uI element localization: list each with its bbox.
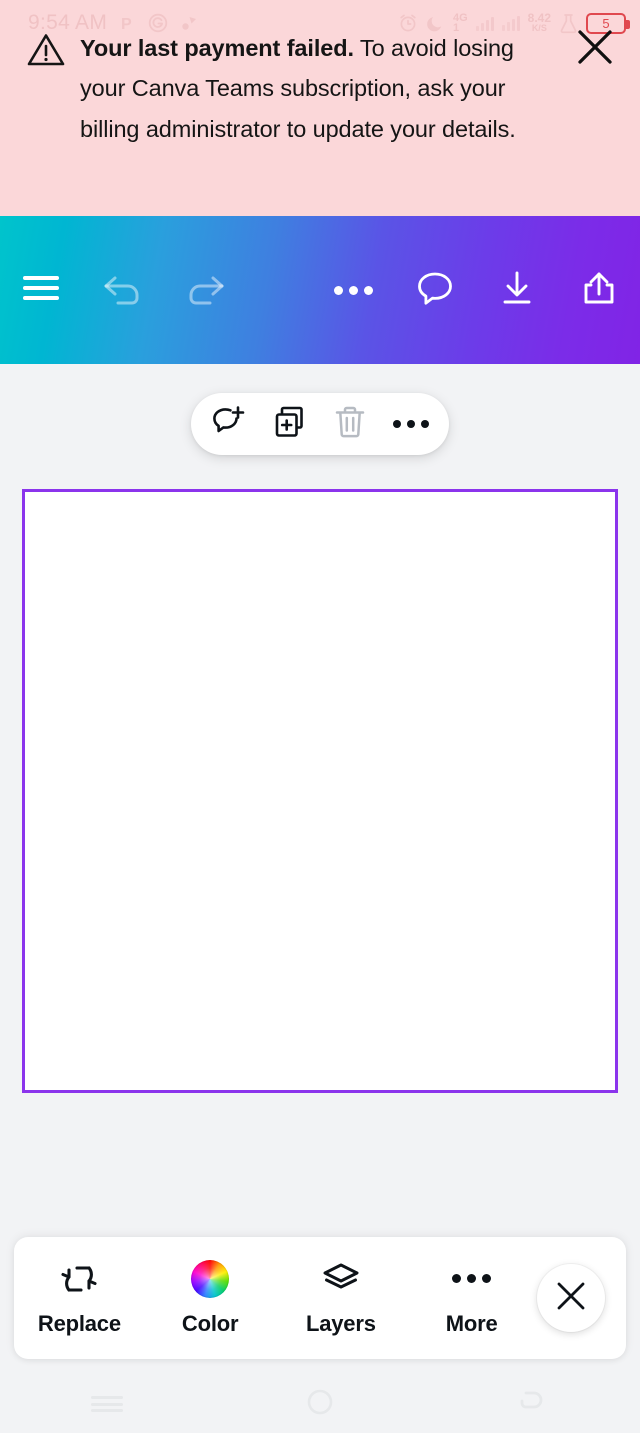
share-upload-icon bbox=[579, 268, 619, 313]
bottom-item-label: Color bbox=[181, 1310, 239, 1336]
add-comment-button[interactable] bbox=[203, 398, 255, 450]
layers-stack-icon bbox=[321, 1260, 361, 1298]
color-wheel-icon bbox=[191, 1259, 230, 1298]
menu-button[interactable] bbox=[0, 249, 82, 331]
share-button[interactable] bbox=[558, 249, 640, 331]
ellipsis-icon bbox=[392, 420, 429, 428]
undo-button[interactable] bbox=[82, 249, 164, 331]
redo-arrow-icon bbox=[183, 269, 227, 312]
element-action-bar: Replace Color Layers More bbox=[14, 1237, 626, 1359]
duplicate-plus-icon bbox=[273, 405, 307, 444]
bottom-item-color[interactable]: Color bbox=[145, 1237, 276, 1359]
ellipsis-icon bbox=[452, 1260, 492, 1298]
comment-plus-icon bbox=[212, 405, 246, 444]
speech-bubble-icon bbox=[415, 268, 455, 313]
comments-button[interactable] bbox=[394, 249, 476, 331]
duplicate-button[interactable] bbox=[264, 398, 316, 450]
recents-icon bbox=[90, 1393, 123, 1416]
banner-message: Your last payment failed. To avoid losin… bbox=[80, 28, 550, 149]
bottom-item-label: Replace bbox=[37, 1310, 121, 1336]
banner-message-bold: Your last payment failed. bbox=[80, 35, 354, 61]
back-arrow-icon bbox=[517, 1388, 549, 1421]
close-action-bar-button[interactable] bbox=[537, 1264, 605, 1332]
canvas-area[interactable] bbox=[22, 489, 618, 1093]
undo-arrow-icon bbox=[101, 269, 145, 312]
home-circle-icon bbox=[305, 1387, 335, 1422]
element-more-button[interactable] bbox=[385, 398, 437, 450]
delete-button[interactable] bbox=[324, 398, 376, 450]
close-icon bbox=[573, 25, 617, 74]
bottom-item-label: More bbox=[445, 1310, 498, 1336]
redo-button[interactable] bbox=[164, 249, 246, 331]
swap-arrows-icon bbox=[58, 1260, 100, 1298]
toolbar-right-group bbox=[312, 249, 640, 331]
warning-triangle-icon bbox=[26, 30, 66, 70]
payment-failed-banner: Your last payment failed. To avoid losin… bbox=[0, 0, 640, 216]
download-button[interactable] bbox=[476, 249, 558, 331]
element-context-toolbar bbox=[191, 393, 449, 455]
close-icon bbox=[554, 1279, 588, 1318]
toolbar-left-group bbox=[0, 249, 246, 331]
hamburger-menu-icon bbox=[22, 274, 60, 307]
bottom-item-replace[interactable]: Replace bbox=[14, 1237, 145, 1359]
home-button[interactable] bbox=[275, 1379, 365, 1429]
bottom-item-more[interactable]: More bbox=[406, 1237, 537, 1359]
trash-icon bbox=[334, 405, 366, 444]
banner-row: Your last payment failed. To avoid losin… bbox=[26, 28, 620, 149]
canvas-page-selected[interactable] bbox=[22, 489, 618, 1093]
download-arrow-icon bbox=[497, 268, 537, 313]
back-button[interactable] bbox=[488, 1379, 578, 1429]
app-toolbar bbox=[0, 216, 640, 364]
recents-button[interactable] bbox=[62, 1379, 152, 1429]
bottom-item-layers[interactable]: Layers bbox=[276, 1237, 407, 1359]
more-options-button[interactable] bbox=[312, 249, 394, 331]
android-nav-bar bbox=[0, 1375, 640, 1433]
ellipsis-icon bbox=[333, 285, 373, 295]
banner-close-button[interactable] bbox=[568, 22, 622, 76]
bottom-item-label: Layers bbox=[306, 1310, 376, 1336]
